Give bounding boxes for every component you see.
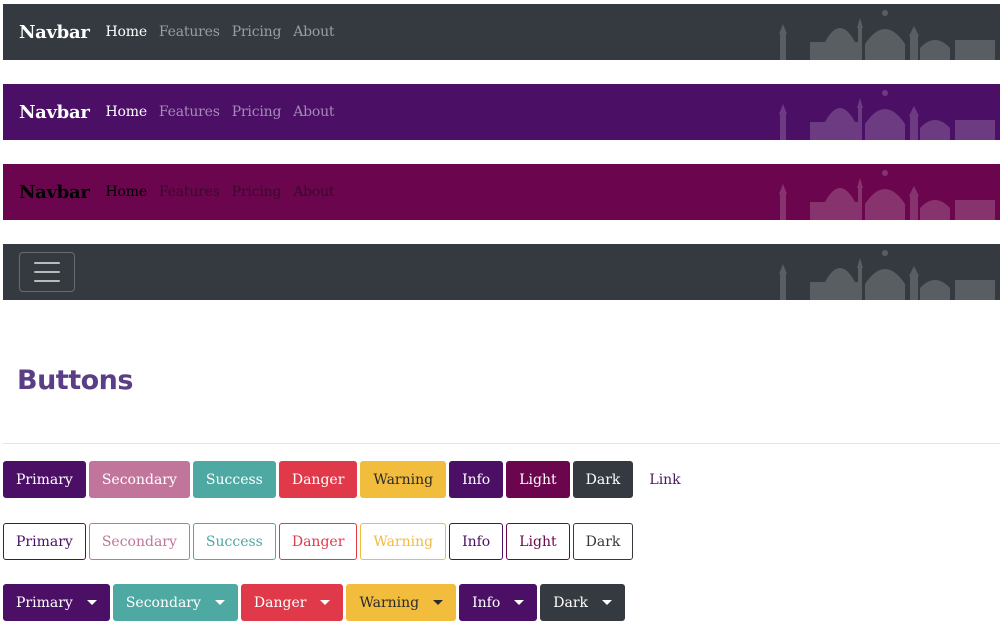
- navbar-dark: Navbar Home Features Pricing About: [3, 4, 1000, 60]
- nav-link-features[interactable]: Features: [159, 24, 220, 40]
- caret-down-icon: [320, 600, 331, 605]
- hamburger-icon-bar: [34, 271, 60, 273]
- info-dropdown-button[interactable]: Info: [459, 584, 538, 621]
- nav-link-about[interactable]: About: [293, 24, 334, 40]
- nav-link-pricing[interactable]: Pricing: [232, 104, 282, 120]
- caret-down-icon: [514, 600, 525, 605]
- warning-outline-button[interactable]: Warning: [360, 523, 447, 560]
- button-label: Secondary: [125, 594, 201, 611]
- nav-link-home[interactable]: Home: [106, 24, 148, 40]
- navbar-collapsed: [3, 244, 1000, 300]
- link-button[interactable]: Link: [636, 461, 693, 498]
- caret-down-icon: [602, 600, 613, 605]
- primary-dropdown-button[interactable]: Primary: [3, 584, 110, 621]
- navbar-brand[interactable]: Navbar: [19, 182, 90, 203]
- primary-outline-button[interactable]: Primary: [3, 523, 86, 560]
- caret-down-icon: [433, 600, 444, 605]
- button-label: Primary: [16, 594, 73, 611]
- danger-button[interactable]: Danger: [278, 461, 358, 498]
- danger-outline-button[interactable]: Danger: [278, 523, 358, 560]
- navbar-light: Navbar Home Features Pricing About: [3, 164, 1000, 220]
- button-label: Warning: [359, 594, 420, 611]
- mosque-silhouette-icon: [779, 90, 995, 140]
- secondary-dropdown-button[interactable]: Secondary: [112, 584, 238, 621]
- nav-link-features[interactable]: Features: [159, 184, 220, 200]
- nav-link-pricing[interactable]: Pricing: [232, 184, 282, 200]
- nav-link-features[interactable]: Features: [159, 104, 220, 120]
- dark-dropdown-button[interactable]: Dark: [540, 584, 626, 621]
- secondary-outline-button[interactable]: Secondary: [88, 523, 190, 560]
- solid-buttons-row: Primary Secondary Success Danger Warning Info…: [3, 461, 694, 498]
- caret-down-icon: [86, 600, 97, 605]
- nav-link-about[interactable]: About: [293, 104, 334, 120]
- light-button[interactable]: Light: [506, 461, 570, 498]
- divider: [3, 443, 1000, 444]
- info-button[interactable]: Info: [449, 461, 504, 498]
- outline-buttons-row: Primary Secondary Success Danger Warning Info…: [3, 523, 634, 560]
- primary-button[interactable]: Primary: [3, 461, 86, 498]
- mosque-silhouette-icon: [779, 170, 995, 220]
- nav-link-home[interactable]: Home: [106, 104, 148, 120]
- dark-outline-button[interactable]: Dark: [572, 523, 634, 560]
- button-label: Danger: [253, 594, 307, 611]
- button-label: Info: [472, 594, 501, 611]
- nav-link-pricing[interactable]: Pricing: [232, 24, 282, 40]
- mosque-silhouette-icon: [779, 250, 995, 300]
- navbar-primary: Navbar Home Features Pricing About: [3, 84, 1000, 140]
- hamburger-icon-bar: [34, 280, 60, 282]
- dropdown-buttons-row: Primary Secondary Danger Warning Info Dark: [3, 584, 626, 621]
- success-outline-button[interactable]: Success: [192, 523, 276, 560]
- danger-dropdown-button[interactable]: Danger: [240, 584, 344, 621]
- secondary-button[interactable]: Secondary: [88, 461, 190, 498]
- section-title: Buttons: [17, 365, 133, 396]
- nav-link-about[interactable]: About: [293, 184, 334, 200]
- success-button[interactable]: Success: [192, 461, 276, 498]
- info-outline-button[interactable]: Info: [449, 523, 504, 560]
- navbar-toggler-button[interactable]: [19, 252, 75, 292]
- mosque-silhouette-icon: [779, 10, 995, 60]
- button-label: Dark: [553, 594, 589, 611]
- warning-dropdown-button[interactable]: Warning: [346, 584, 457, 621]
- navbar-brand[interactable]: Navbar: [19, 102, 90, 123]
- warning-button[interactable]: Warning: [360, 461, 447, 498]
- dark-button[interactable]: Dark: [572, 461, 634, 498]
- nav-link-home[interactable]: Home: [106, 184, 148, 200]
- light-outline-button[interactable]: Light: [506, 523, 570, 560]
- navbar-brand[interactable]: Navbar: [19, 22, 90, 43]
- caret-down-icon: [214, 600, 225, 605]
- hamburger-icon-bar: [34, 262, 60, 264]
